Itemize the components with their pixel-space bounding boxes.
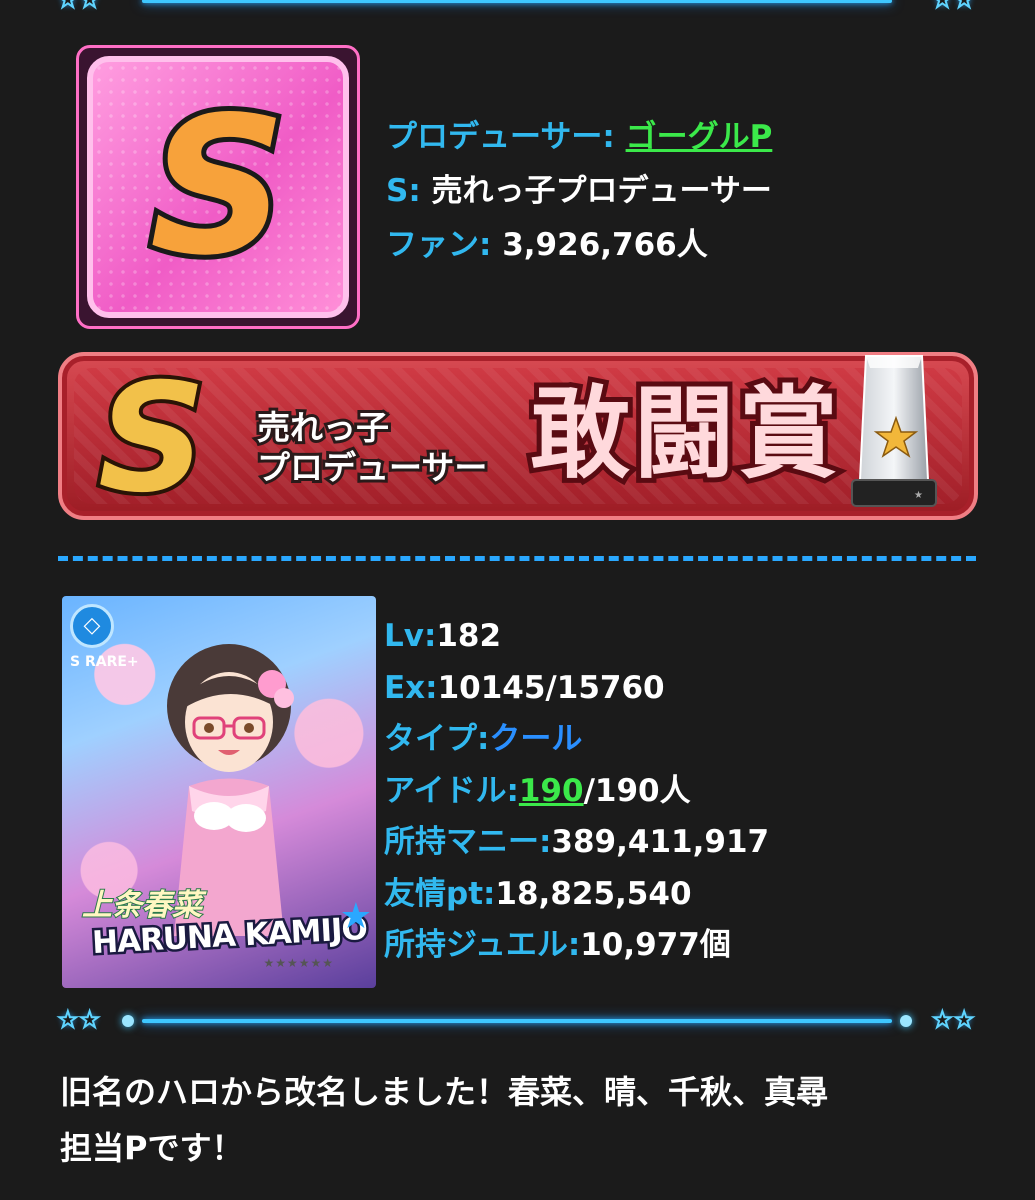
- star-icon-group-right: ★★: [932, 1007, 976, 1034]
- profile-info: プロデューサー: ゴーグルP S: 売れっ子プロデューサー ファン: 3,926…: [386, 110, 772, 272]
- jewel-value: 10,977個: [580, 927, 731, 963]
- friend-pt-row: 友情pt:18,825,540: [384, 869, 769, 921]
- award-banner: S 売れっ子 プロデューサー 敢闘賞 ★: [58, 352, 978, 520]
- award-name: 敢闘賞: [525, 375, 843, 492]
- friend-pt-label: 友情pt:: [384, 875, 496, 912]
- banner-subtitle: 売れっ子 プロデューサー: [254, 405, 490, 490]
- banner-subtitle-line2: プロデューサー: [254, 445, 490, 490]
- svg-text:★: ★: [914, 490, 923, 501]
- star-icon-group-right: ★★: [932, 0, 976, 14]
- exp-row: Ex:10145/15760: [384, 663, 769, 715]
- rank-title: 売れっ子プロデューサー: [431, 173, 772, 209]
- rank-icon: S: [76, 45, 360, 329]
- money-value: 389,411,917: [551, 824, 770, 860]
- top-star-divider: ★★ ★★: [57, 0, 976, 16]
- producer-row: プロデューサー: ゴーグルP: [386, 110, 772, 164]
- type-value: クール: [489, 721, 583, 757]
- exp-value: 10145/15760: [437, 669, 665, 706]
- divider-dot-right: [900, 1015, 912, 1027]
- jewel-row: 所持ジュエル:10,977個: [384, 920, 769, 972]
- bottom-star-divider: ★★ ★★: [57, 1006, 976, 1036]
- comment-line2: 担当Pです！: [60, 1129, 244, 1167]
- comment-line1: 旧名のハロから改名しました！春菜、晴、千秋、真尋: [60, 1073, 829, 1111]
- level-row: Lv:182: [384, 611, 769, 663]
- fans-value: 3,926,766人: [502, 227, 708, 263]
- rank-label: S:: [386, 173, 421, 209]
- level-label: Lv:: [384, 618, 437, 654]
- idol-card-image[interactable]: ◇ S RARE+ 上条春菜 HARUNA KAMIJO ★ ★★★★★★: [62, 596, 376, 988]
- trophy-icon: ★: [851, 355, 937, 507]
- divider-line: [142, 0, 892, 3]
- idol-count-label: アイドル:: [384, 772, 519, 809]
- divider-dot-left: [122, 1015, 134, 1027]
- rank-letter: S: [145, 76, 292, 297]
- type-row: タイプ:クール: [384, 714, 769, 766]
- banner-rank-letter: S: [94, 352, 210, 526]
- money-label: 所持マニー:: [384, 824, 552, 860]
- card-rarity: S RARE+: [70, 654, 139, 670]
- producer-name-link[interactable]: ゴーグルP: [626, 119, 773, 155]
- idol-count-link[interactable]: 190: [519, 773, 584, 809]
- producer-stats: Lv:182 Ex:10145/15760 タイプ:クール アイドル:190/1…: [384, 611, 769, 972]
- idol-count-row: アイドル:190/190人: [384, 766, 769, 818]
- divider-line: [142, 1019, 892, 1023]
- idol-name-jp: 上条春菜: [81, 887, 203, 924]
- fans-row: ファン: 3,926,766人: [386, 218, 772, 272]
- fans-label: ファン:: [386, 227, 492, 263]
- exp-label: Ex:: [384, 669, 438, 706]
- producer-label: プロデューサー:: [386, 119, 615, 155]
- rating-stars-icon: ★★★★★★: [263, 956, 334, 970]
- profile-comment: 旧名のハロから改名しました！春菜、晴、千秋、真尋 担当Pです！: [60, 1064, 980, 1176]
- dashed-divider: [58, 556, 976, 561]
- money-row: 所持マニー:389,411,917: [384, 817, 769, 869]
- type-label: タイプ:: [384, 721, 490, 757]
- friend-pt-value: 18,825,540: [495, 875, 692, 912]
- jewel-label: 所持ジュエル:: [384, 927, 581, 963]
- rank-row: S: 売れっ子プロデューサー: [386, 164, 772, 218]
- banner-subtitle-line1: 売れっ子: [254, 405, 392, 450]
- star-icon-group-left: ★★: [57, 1007, 102, 1034]
- level-value: 182: [436, 618, 502, 654]
- diamond-icon: ◇: [70, 604, 114, 648]
- idol-total: /190人: [583, 772, 691, 809]
- star-icon-group-left: ★★: [57, 0, 102, 14]
- star-icon: ★: [339, 896, 372, 937]
